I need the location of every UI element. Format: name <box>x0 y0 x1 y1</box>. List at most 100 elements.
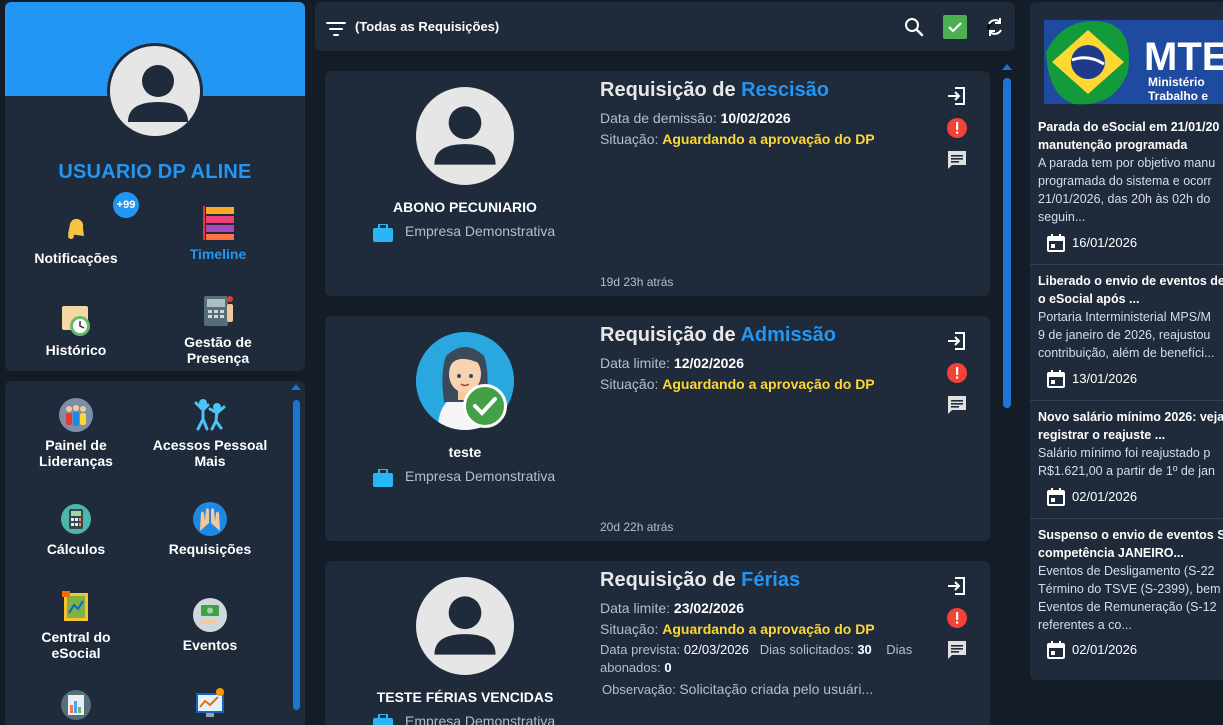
notifications-label: Notificações <box>34 250 118 266</box>
request-status: Situação: Aguardando a aprovação do DP <box>600 621 875 637</box>
select-all-checkbox[interactable] <box>943 15 967 39</box>
briefcase-icon <box>373 468 393 490</box>
logo-text: MTE <box>1144 35 1223 79</box>
request-time-ago: 19d 23h atrás <box>600 275 674 289</box>
request-title: Requisição de Rescisão <box>600 79 830 101</box>
request-company: Empresa Demonstrativa <box>373 223 555 242</box>
menu-card: Painel de Lideranças Acessos Pessoal Mai… <box>5 381 305 725</box>
request-card[interactable]: teste Empresa Demonstrativa Requisição d… <box>325 316 990 541</box>
briefcase-icon <box>373 713 393 725</box>
money-hand-icon <box>192 597 228 633</box>
request-status: Situação: Aguardando a aprovação do DP <box>600 376 875 392</box>
menu-item-access[interactable]: Acessos Pessoal Mais <box>150 397 270 469</box>
calendar-icon <box>1046 487 1066 510</box>
news-item[interactable]: Liberado o envio de eventos de o eSocial… <box>1038 272 1223 362</box>
calculator-icon <box>58 501 94 537</box>
comment-icon[interactable] <box>945 638 969 662</box>
menu-item-reports[interactable] <box>16 687 136 725</box>
request-card[interactable]: TESTE FÉRIAS VENCIDAS Empresa Demonstrat… <box>325 561 990 725</box>
timeline-button[interactable]: Timeline <box>158 205 278 262</box>
menu-item-dashboard[interactable] <box>150 687 270 725</box>
notifications-button[interactable]: Notificações <box>16 210 136 266</box>
mte-logo[interactable]: MTE Ministério Trabalho e <box>1044 12 1223 107</box>
request-card[interactable]: ABONO PECUNIARIO Empresa Demonstrativa R… <box>325 71 990 296</box>
filter-label[interactable]: (Todas as Requisições) <box>355 19 499 34</box>
requests-scroll-up-arrow[interactable] <box>1002 64 1012 70</box>
menu-item-requests[interactable]: Requisições <box>150 501 270 557</box>
calendar-icon <box>1046 233 1066 256</box>
svg-text:Trabalho e: Trabalho e <box>1148 89 1208 103</box>
person-icon <box>434 596 496 655</box>
profile-card: USUARIO DP ALINE +99 Notificações Timeli… <box>5 2 305 371</box>
menu-item-label: Central do eSocial <box>41 629 111 661</box>
menu-item-esocial[interactable]: Central do eSocial <box>16 589 136 661</box>
news-panel: MTE Ministério Trabalho e Parada do eSoc… <box>1030 2 1223 680</box>
request-date: Data de demissão: 10/02/2026 <box>600 110 791 126</box>
request-date: Data limite: 23/02/2026 <box>600 600 744 616</box>
menu-item-label: Cálculos <box>46 541 106 557</box>
news-divider <box>1030 264 1223 265</box>
menu-item-label: Painel de Lideranças <box>39 437 113 469</box>
filter-icon[interactable] <box>324 17 348 41</box>
news-item[interactable]: Parada do eSocial em 21/01/20 manutenção… <box>1038 118 1223 226</box>
checkmark-icon <box>473 397 497 416</box>
menu-scroll-up-arrow[interactable] <box>291 384 301 390</box>
svg-text:Ministério: Ministério <box>1148 75 1205 89</box>
person-icon <box>128 65 188 122</box>
calendar-icon <box>1046 369 1066 392</box>
comment-icon[interactable] <box>945 393 969 417</box>
comment-icon[interactable] <box>945 148 969 172</box>
menu-item-events[interactable]: Eventos <box>150 597 270 653</box>
open-request-icon[interactable] <box>945 84 969 108</box>
request-kind: Férias <box>741 569 801 591</box>
refresh-icon[interactable] <box>983 15 1007 39</box>
request-company: Empresa Demonstrativa <box>373 713 555 725</box>
requests-scrollbar[interactable] <box>1003 78 1011 408</box>
menu-scrollbar[interactable] <box>293 400 300 710</box>
request-time-ago: 20d 22h atrás <box>600 520 674 534</box>
time-clock-icon <box>200 294 236 330</box>
alert-icon[interactable] <box>945 116 969 140</box>
request-note: Observação: Solicitação criada pelo usuá… <box>602 681 874 697</box>
request-employee-name: teste <box>448 444 482 460</box>
news-item[interactable]: Suspenso o envio de eventos S competênci… <box>1038 526 1223 634</box>
attendance-label: Gestão de Presença <box>184 334 252 366</box>
alert-icon[interactable] <box>945 361 969 385</box>
report-icon <box>58 687 94 723</box>
monitor-chart-icon <box>192 687 228 723</box>
menu-item-label: Acessos Pessoal Mais <box>152 437 268 469</box>
bell-icon <box>58 210 94 246</box>
check-icon <box>948 22 962 33</box>
timeline-label: Timeline <box>189 246 247 262</box>
menu-item-label: Eventos <box>182 637 238 653</box>
calendar-icon <box>1046 640 1066 663</box>
request-avatar <box>416 87 514 185</box>
approved-badge <box>463 384 507 428</box>
history-icon <box>58 302 94 338</box>
request-bonus-days: abonados: 0 <box>600 660 672 675</box>
menu-item-label: Requisições <box>168 541 252 557</box>
open-request-icon[interactable] <box>945 574 969 598</box>
menu-item-calculations[interactable]: Cálculos <box>16 501 136 557</box>
request-title: Requisição de Férias <box>600 569 801 591</box>
history-label: Histórico <box>45 342 107 358</box>
person-icon <box>434 106 496 165</box>
hands-raised-icon <box>192 501 228 537</box>
open-request-icon[interactable] <box>945 329 969 353</box>
user-avatar[interactable] <box>107 43 203 139</box>
menu-item-leaders-panel[interactable]: Painel de Lideranças <box>16 397 136 469</box>
news-item[interactable]: Novo salário mínimo 2026: veja registrar… <box>1038 408 1223 480</box>
request-status: Situação: Aguardando a aprovação do DP <box>600 131 875 147</box>
request-kind: Rescisão <box>741 79 830 101</box>
search-icon[interactable] <box>902 15 926 39</box>
request-title: Requisição de Admissão <box>600 324 837 346</box>
attendance-button[interactable]: Gestão de Presença <box>158 294 278 366</box>
request-employee-name: TESTE FÉRIAS VENCIDAS <box>376 689 554 705</box>
alert-icon[interactable] <box>945 606 969 630</box>
request-avatar <box>416 577 514 675</box>
request-date: Data limite: 12/02/2026 <box>600 355 744 371</box>
timeline-icon <box>200 205 236 241</box>
news-divider <box>1030 518 1223 519</box>
history-button[interactable]: Histórico <box>16 302 136 358</box>
esocial-document-icon <box>58 589 94 625</box>
